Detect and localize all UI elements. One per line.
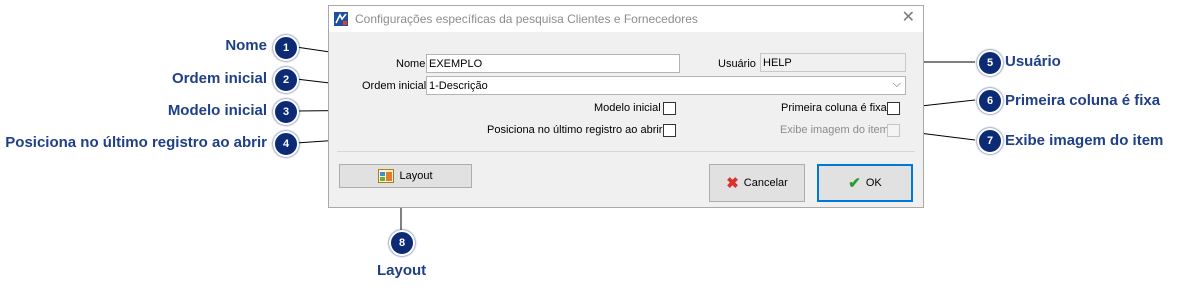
layout-icon — [378, 169, 395, 183]
callout-badge-5: 5 — [977, 50, 1003, 76]
callout-label-nome: Nome — [225, 37, 267, 54]
ordem-inicial-select[interactable]: 1-Descrição ⌵ — [426, 76, 906, 95]
modelo-inicial-label: Modelo inicial — [594, 102, 661, 114]
layout-button[interactable]: Layout — [339, 164, 472, 188]
usuario-label: Usuário — [718, 58, 756, 70]
ordem-inicial-label: Ordem inicial — [362, 80, 427, 92]
cancel-icon: ✖ — [726, 175, 739, 192]
ok-button[interactable]: ✔ OK — [817, 164, 913, 202]
callout-badge-1: 1 — [273, 35, 299, 61]
ok-button-label: OK — [865, 177, 882, 189]
primeira-coluna-label: Primeira coluna é fixa — [781, 102, 887, 114]
usuario-field: HELP — [760, 53, 906, 72]
cancel-button-label: Cancelar — [743, 177, 788, 189]
callout-label-modelo: Modelo inicial — [167, 102, 267, 119]
callout-label-posiciona: Posiciona no último registro ao abrir — [5, 134, 267, 151]
close-icon[interactable]: ✕ — [902, 9, 915, 27]
ordem-inicial-value: 1-Descrição — [429, 80, 488, 92]
modelo-inicial-checkbox[interactable] — [663, 102, 676, 115]
title-bar: Configurações específicas da pesquisa Cl… — [329, 6, 923, 32]
callout-badge-3: 3 — [273, 99, 299, 125]
nome-label: Nome — [396, 58, 426, 70]
callout-label-ordem: Ordem inicial — [171, 70, 267, 87]
callout-badge-8: 8 — [389, 230, 415, 256]
app-icon — [334, 12, 348, 26]
callout-label-exibe: Exibe imagem do item — [1005, 132, 1164, 149]
callout-badge-7: 7 — [977, 128, 1003, 154]
settings-dialog: Configurações específicas da pesquisa Cl… — [328, 5, 924, 208]
chevron-down-icon[interactable]: ⌵ — [893, 78, 901, 91]
nome-input[interactable]: EXEMPLO — [426, 54, 680, 73]
cancel-button[interactable]: ✖ Cancelar — [709, 164, 805, 202]
callout-label-usuario: Usuário — [1005, 53, 1061, 70]
exibe-imagem-label: Exibe imagem do item — [780, 124, 889, 136]
primeira-coluna-checkbox[interactable] — [887, 102, 900, 115]
callout-badge-4: 4 — [273, 131, 299, 157]
divider — [337, 151, 915, 152]
layout-button-label: Layout — [399, 170, 433, 182]
callout-badge-6: 6 — [977, 88, 1003, 114]
posiciona-label: Posiciona no último registro ao abrir — [487, 124, 663, 136]
dialog-title: Configurações específicas da pesquisa Cl… — [355, 12, 698, 26]
callout-badge-2: 2 — [273, 67, 299, 93]
exibe-imagem-checkbox — [887, 124, 900, 137]
check-icon: ✔ — [848, 175, 861, 192]
callout-label-layout: Layout — [377, 262, 427, 279]
callout-label-primeira: Primeira coluna é fixa — [1005, 92, 1161, 109]
posiciona-checkbox[interactable] — [663, 124, 676, 137]
